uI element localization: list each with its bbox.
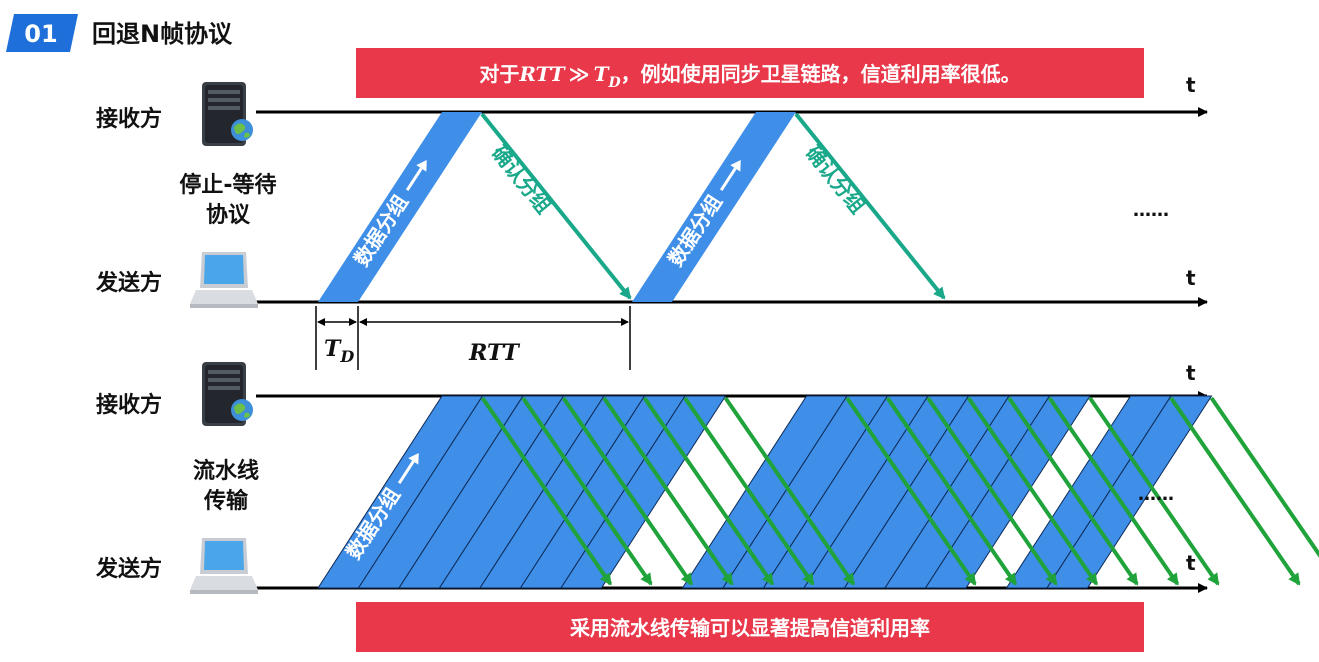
- bottom-banner-text: 采用流水线传输可以显著提高信道利用率: [570, 616, 930, 640]
- td-label: TD: [324, 336, 354, 366]
- page-title: 回退N帧协议: [92, 20, 233, 48]
- receiver-label: 接收方: [96, 106, 162, 132]
- protocol-name-line1: 停止-等待: [179, 172, 276, 198]
- sender-time-label: t: [1186, 551, 1196, 575]
- receiver-time-label: t: [1186, 73, 1196, 97]
- ellipsis: ……: [1133, 200, 1169, 221]
- laptop-icon: [190, 252, 258, 308]
- header: 01 回退N帧协议: [6, 14, 233, 52]
- sender-label: 发送方: [95, 270, 162, 296]
- sender-label: 发送方: [95, 556, 162, 582]
- pipeline-section: t t 数据分组 …… 接收方 发送方 流水线 传输: [95, 361, 1319, 594]
- top-banner: 对于RTT ≫ TD，例如使用同步卫星链路，信道利用率很低。: [356, 48, 1144, 98]
- ack-label: 确认分组: [801, 141, 870, 218]
- stop-wait-section: t t 数据分组 数据分组 确认分组 确认分组 …… TD RTT 接收方 发送…: [95, 73, 1208, 370]
- protocol-diagram: 01 回退N帧协议 对于RTT ≫ TD，例如使用同步卫星链路，信道利用率很低。 t…: [6, 14, 1319, 652]
- receiver-label: 接收方: [96, 392, 162, 418]
- protocol-name-line2: 传输: [203, 488, 249, 514]
- pipeline-ack-arrow: [1209, 396, 1319, 558]
- server-icon: [202, 82, 253, 146]
- ack-label: 确认分组: [487, 141, 556, 218]
- laptop-icon: [190, 538, 258, 594]
- rtt-label: RTT: [468, 340, 520, 366]
- protocol-name-line1: 流水线: [193, 458, 259, 484]
- header-number: 01: [24, 20, 57, 48]
- bottom-banner: 采用流水线传输可以显著提高信道利用率: [356, 602, 1144, 652]
- protocol-name-line2: 协议: [206, 203, 251, 228]
- ellipsis: ……: [1138, 484, 1174, 505]
- receiver-time-label: t: [1186, 361, 1196, 385]
- sender-time-label: t: [1186, 266, 1196, 290]
- server-icon: [202, 362, 253, 426]
